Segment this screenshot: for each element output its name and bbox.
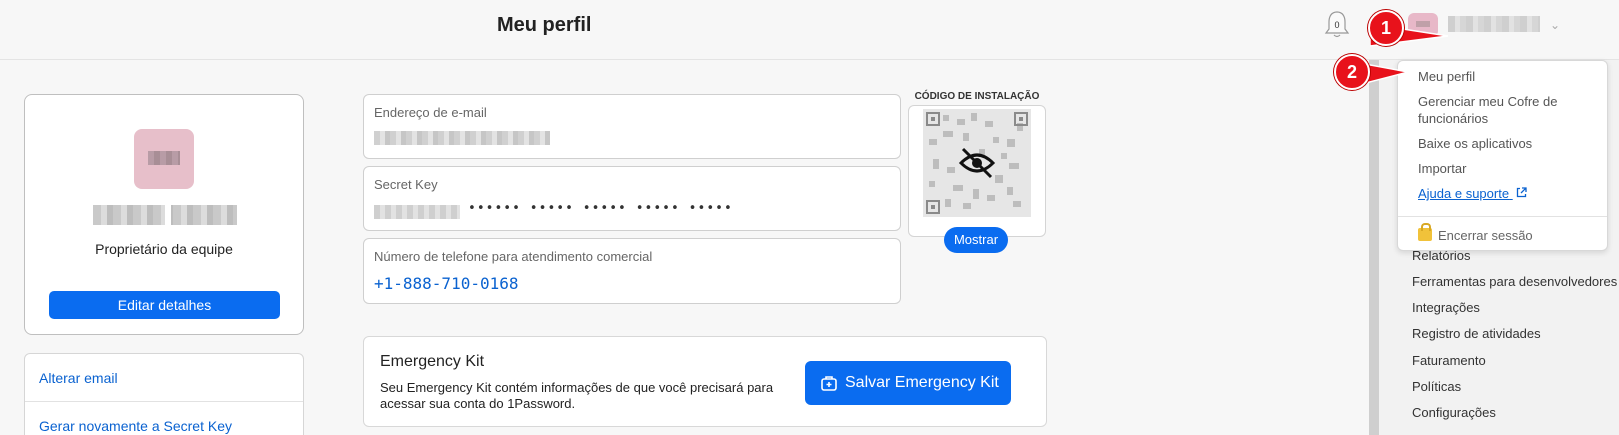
sidebar-item-integrations[interactable]: Integrações [1412,300,1480,315]
help-label: Ajuda e suporte [1418,186,1510,201]
callout-2: 2 [1334,54,1370,90]
change-email-link[interactable]: Alterar email [25,354,303,402]
role-label: Proprietário da equipe [95,241,233,257]
callout-1: 1 [1368,10,1404,46]
chevron-down-icon: ⌄ [1550,18,1561,32]
sidebar-item-settings[interactable]: Configurações [1412,405,1496,420]
user-dropdown-menu: Meu perfil Gerenciar meu Cofre de funcio… [1397,60,1608,251]
logout-label: Encerrar sessão [1438,228,1533,243]
emergency-kit-title: Emergency Kit [380,353,485,370]
sidebar-item-policies[interactable]: Políticas [1412,379,1461,394]
emergency-kit-description: Seu Emergency Kit contém informações de … [380,380,774,411]
phone-field: Número de telefone para atendimento come… [363,238,901,304]
phone-label: Número de telefone para atendimento come… [374,249,653,264]
edit-details-button[interactable]: Editar detalhes [49,291,280,319]
menu-item-logout[interactable]: Encerrar sessão [1418,223,1533,243]
lock-icon [1418,223,1432,241]
profile-card: Proprietário da equipe Editar detalhes [24,94,304,335]
page-title: Meu perfil [497,14,592,36]
menu-item-employee-vault[interactable]: Gerenciar meu Cofre de funcionários [1418,93,1598,127]
save-emergency-kit-label: Salvar Emergency Kit [845,374,999,391]
email-value-blurred [374,131,550,145]
secret-key-field: Secret Key •••••• ••••• ••••• ••••• ••••… [363,166,901,231]
secret-key-masked: •••••• ••••• ••••• ••••• ••••• [468,201,733,216]
account-links: Alterar email Gerar novamente a Secret K… [24,353,304,435]
notification-count: 0 [1334,20,1340,30]
menu-item-download-apps[interactable]: Baixe os aplicativos [1418,135,1598,152]
regenerate-secret-key-link[interactable]: Gerar novamente a Secret Key [25,402,303,435]
menu-divider [1398,216,1607,217]
scrollbar[interactable] [1369,60,1379,435]
email-field: Endereço de e-mail [363,94,901,159]
phone-value[interactable]: +1-888-710-0168 [374,274,519,293]
save-emergency-kit-button[interactable]: Salvar Emergency Kit [805,361,1011,405]
notifications-bell-icon[interactable]: 0 [1323,9,1351,39]
external-link-icon [1516,187,1527,198]
email-label: Endereço de e-mail [374,105,487,120]
menu-item-help[interactable]: Ajuda e suporte [1418,185,1598,202]
menu-item-my-profile[interactable]: Meu perfil [1418,68,1598,85]
show-install-code-button[interactable]: Mostrar [944,227,1008,253]
secret-key-prefix-blurred [374,205,460,219]
install-code-title: CÓDIGO DE INSTALAÇÃO [914,91,1040,102]
avatar [134,129,194,189]
menu-item-import[interactable]: Importar [1418,160,1598,177]
profile-name-blurred [93,205,237,225]
sidebar-item-billing[interactable]: Faturamento [1412,353,1486,368]
qr-code-blurred [923,109,1031,217]
kit-icon [821,376,837,391]
sidebar-item-developer-tools[interactable]: Ferramentas para desenvolvedores [1412,274,1617,289]
secret-key-label: Secret Key [374,177,438,192]
emergency-kit-card: Emergency Kit Seu Emergency Kit contém i… [363,336,1047,427]
sidebar-item-activity-log[interactable]: Registro de atividades [1412,326,1541,341]
